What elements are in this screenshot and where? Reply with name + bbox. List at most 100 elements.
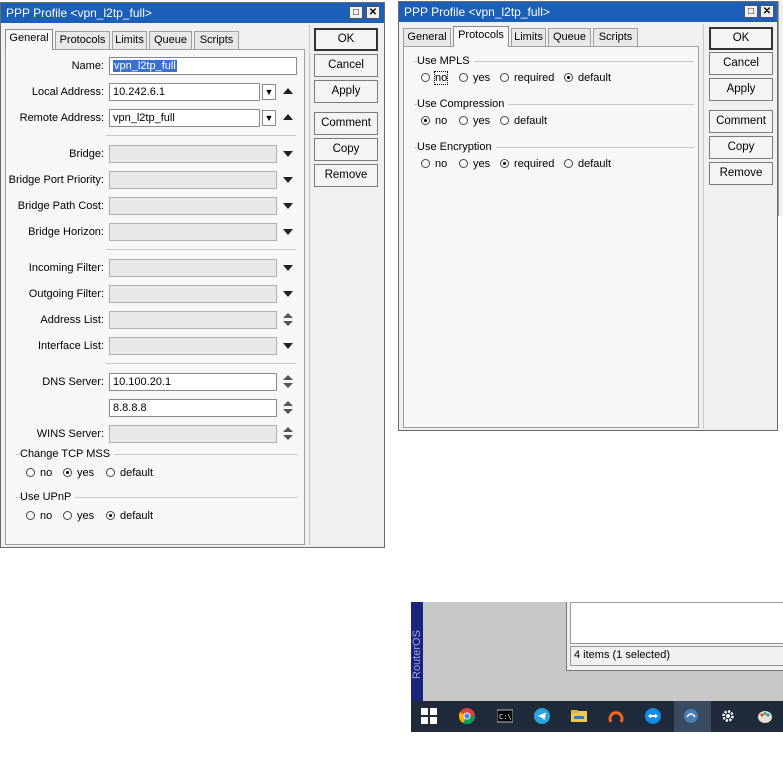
remote-address-field[interactable]: vpn_l2tp_full xyxy=(109,109,260,127)
teamviewer-icon[interactable] xyxy=(645,708,661,724)
radio-label: required xyxy=(514,158,555,170)
list-area xyxy=(570,602,783,644)
tab-queue[interactable]: Queue xyxy=(548,28,591,46)
close-icon[interactable]: ✕ xyxy=(760,5,774,18)
radio-circle-selected xyxy=(564,73,573,82)
tcp-mss-yes-radio[interactable]: yes xyxy=(63,466,94,480)
remove-button[interactable]: Remove xyxy=(314,164,378,187)
copy-button[interactable]: Copy xyxy=(314,138,378,161)
bridge-port-priority-field[interactable] xyxy=(109,171,277,189)
compression-default-radio[interactable]: default xyxy=(500,114,547,128)
outgoing-filter-field[interactable] xyxy=(109,285,277,303)
copy-button[interactable]: Copy xyxy=(709,136,773,159)
interface-list-field[interactable] xyxy=(109,337,277,355)
radio-circle xyxy=(421,159,430,168)
winbox-icon[interactable] xyxy=(683,708,699,724)
bridge-path-cost-dropdown-icon[interactable] xyxy=(283,203,293,209)
wins-server-label: WINS Server: xyxy=(36,428,104,440)
restore-icon[interactable]: □ xyxy=(349,6,363,19)
app-orange-icon[interactable] xyxy=(608,708,624,724)
bridge-path-cost-field[interactable] xyxy=(109,197,277,215)
upnp-yes-radio[interactable]: yes xyxy=(63,509,94,523)
file-explorer-icon[interactable] xyxy=(571,708,587,724)
name-field[interactable]: vpn_l2tp_full xyxy=(109,57,297,75)
local-address-up-icon[interactable] xyxy=(283,88,293,94)
radio-circle xyxy=(564,159,573,168)
ok-button[interactable]: OK xyxy=(709,27,773,50)
background-window-edge xyxy=(778,1,783,216)
cancel-button[interactable]: Cancel xyxy=(314,54,378,77)
tab-queue[interactable]: Queue xyxy=(149,31,192,49)
tab-scripts[interactable]: Scripts xyxy=(593,28,638,46)
chrome-icon[interactable] xyxy=(459,708,475,724)
dns-server-field-2[interactable]: 8.8.8.8 xyxy=(109,399,277,417)
compression-yes-radio[interactable]: yes xyxy=(459,114,490,128)
tcp-mss-default-radio[interactable]: default xyxy=(106,466,153,480)
compression-no-radio[interactable]: no xyxy=(421,114,447,128)
radio-circle xyxy=(421,73,430,82)
window-titlebar[interactable]: PPP Profile <vpn_l2tp_full> xyxy=(1,3,384,23)
dns-server-field-1[interactable]: 10.100.20.1 xyxy=(109,373,277,391)
tab-limits[interactable]: Limits xyxy=(511,28,546,46)
remote-address-dropdown-icon[interactable]: ▼ xyxy=(262,110,276,126)
local-address-dropdown-icon[interactable]: ▼ xyxy=(262,84,276,100)
use-compression-group-label: Use Compression xyxy=(417,97,509,111)
bridge-port-priority-dropdown-icon[interactable] xyxy=(283,177,293,183)
tab-protocols[interactable]: Protocols xyxy=(453,26,509,47)
mpls-no-radio[interactable]: no xyxy=(421,71,449,85)
address-list-field[interactable] xyxy=(109,311,277,329)
comment-button[interactable]: Comment xyxy=(314,112,378,135)
apply-button[interactable]: Apply xyxy=(314,80,378,103)
divider xyxy=(106,135,296,136)
bridge-field[interactable] xyxy=(109,145,277,163)
comment-button[interactable]: Comment xyxy=(709,110,773,133)
dns-server-2-spinner-icon[interactable] xyxy=(282,401,294,415)
encryption-required-radio[interactable]: required xyxy=(500,157,554,171)
divider xyxy=(106,363,296,364)
dns-server-1-spinner-icon[interactable] xyxy=(282,375,294,389)
paint-icon[interactable] xyxy=(757,708,773,724)
apply-button[interactable]: Apply xyxy=(709,78,773,101)
encryption-yes-radio[interactable]: yes xyxy=(459,157,490,171)
tab-general[interactable]: General xyxy=(403,28,451,46)
radio-label: default xyxy=(120,510,154,522)
windows-start-icon[interactable] xyxy=(421,708,437,724)
tcp-mss-no-radio[interactable]: no xyxy=(26,466,52,480)
tab-protocols[interactable]: Protocols xyxy=(55,31,110,49)
tab-scripts[interactable]: Scripts xyxy=(194,31,239,49)
tab-general[interactable]: General xyxy=(5,29,53,50)
remove-button[interactable]: Remove xyxy=(709,162,773,185)
mpls-default-radio[interactable]: default xyxy=(564,71,611,85)
ok-button[interactable]: OK xyxy=(314,28,378,51)
mpls-yes-radio[interactable]: yes xyxy=(459,71,490,85)
wins-server-field[interactable] xyxy=(109,425,277,443)
outgoing-filter-dropdown-icon[interactable] xyxy=(283,291,293,297)
encryption-no-radio[interactable]: no xyxy=(421,157,447,171)
address-list-spinner-icon[interactable] xyxy=(282,313,294,327)
terminal-icon[interactable]: C:\ xyxy=(497,708,513,724)
radio-circle xyxy=(500,116,509,125)
cancel-button[interactable]: Cancel xyxy=(709,52,773,75)
upnp-default-radio[interactable]: default xyxy=(106,509,153,523)
mpls-required-radio[interactable]: required xyxy=(500,71,554,85)
window-titlebar[interactable]: PPP Profile <vpn_l2tp_full> xyxy=(399,2,777,22)
remote-address-up-icon[interactable] xyxy=(283,114,293,120)
encryption-default-radio[interactable]: default xyxy=(564,157,611,171)
interface-list-dropdown-icon[interactable] xyxy=(283,343,293,349)
telegram-icon[interactable] xyxy=(534,708,550,724)
wins-server-spinner-icon[interactable] xyxy=(282,427,294,441)
local-address-field[interactable]: 10.242.6.1 xyxy=(109,83,260,101)
incoming-filter-dropdown-icon[interactable] xyxy=(283,265,293,271)
tab-limits[interactable]: Limits xyxy=(112,31,147,49)
radio-circle xyxy=(500,73,509,82)
bridge-dropdown-icon[interactable] xyxy=(283,151,293,157)
upnp-no-radio[interactable]: no xyxy=(26,509,52,523)
bridge-horizon-field[interactable] xyxy=(109,223,277,241)
name-label: Name: xyxy=(71,60,104,72)
radio-circle xyxy=(459,73,468,82)
restore-icon[interactable]: □ xyxy=(744,5,758,18)
close-icon[interactable]: ✕ xyxy=(366,6,380,19)
settings-gear-icon[interactable] xyxy=(720,708,736,724)
bridge-horizon-dropdown-icon[interactable] xyxy=(283,229,293,235)
incoming-filter-field[interactable] xyxy=(109,259,277,277)
